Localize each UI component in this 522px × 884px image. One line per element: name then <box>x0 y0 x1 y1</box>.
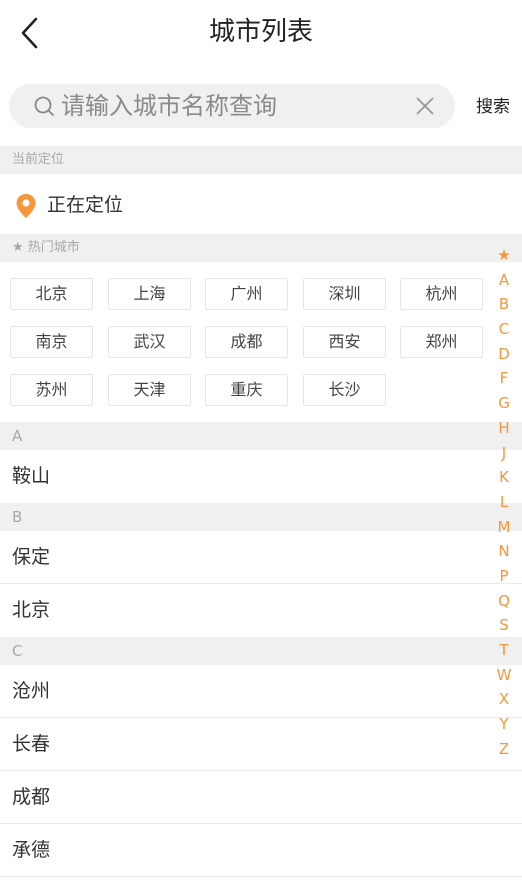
hot-city-chip[interactable]: 天津 <box>108 374 191 406</box>
index-letter-l[interactable]: L <box>492 490 516 515</box>
location-status: 正在定位 <box>47 194 124 216</box>
page-title: 城市列表 <box>208 17 313 47</box>
city-row[interactable]: 长春 <box>0 718 522 771</box>
city-list-page: 城市列表 搜索 当前定位 正在定位 ★ 热门城市 北京上海广州深圳杭州南京武汉成… <box>0 0 522 884</box>
index-letter-c[interactable]: C <box>492 317 516 342</box>
hot-city-chip[interactable]: 广州 <box>205 278 288 310</box>
current-location-row[interactable]: 正在定位 <box>0 174 522 234</box>
index-star-item[interactable]: ★ <box>492 243 516 268</box>
index-letter-g[interactable]: G <box>492 391 516 416</box>
city-row[interactable]: 沧州 <box>0 665 522 718</box>
index-letter-d[interactable]: D <box>492 342 516 367</box>
city-row[interactable]: 保定 <box>0 531 522 584</box>
hot-city-chip[interactable]: 重庆 <box>205 374 288 406</box>
hot-city-chip[interactable]: 苏州 <box>10 374 93 406</box>
hot-city-chip[interactable]: 长沙 <box>303 374 386 406</box>
hot-city-chip[interactable]: 上海 <box>108 278 191 310</box>
index-letter-x[interactable]: X <box>492 687 516 712</box>
current-location-header: 当前定位 <box>0 146 522 174</box>
search-box <box>9 84 455 128</box>
index-letter-z[interactable]: Z <box>492 737 516 762</box>
letter-header: C <box>0 637 522 665</box>
hot-city-chip[interactable]: 北京 <box>10 278 93 310</box>
index-letter-t[interactable]: T <box>492 638 516 663</box>
hot-cities-grid: 北京 上海 广州 深圳 杭州南京 武汉 成都 西安 郑州苏州 天津 重庆 长沙 <box>0 262 522 422</box>
index-letter-b[interactable]: B <box>492 292 516 317</box>
hot-city-chip[interactable]: 成都 <box>205 326 288 358</box>
index-letter-k[interactable]: K <box>492 465 516 490</box>
city-row[interactable]: 北京 <box>0 584 522 637</box>
city-row[interactable]: 成都 <box>0 771 522 824</box>
hot-city-chip[interactable]: 武汉 <box>108 326 191 358</box>
hot-city-chip[interactable]: 杭州 <box>400 278 483 310</box>
index-letter-y[interactable]: Y <box>492 712 516 737</box>
city-groups: A 鞍山 B 保定 北京 C 沧州 长春 成都 承德 <box>0 422 522 877</box>
hot-city-chip[interactable]: 南京 <box>10 326 93 358</box>
search-bar: 搜索 <box>0 66 522 146</box>
index-letter-f[interactable]: F <box>492 366 516 391</box>
index-letter-w[interactable]: W <box>492 663 516 688</box>
search-button[interactable]: 搜索 <box>468 94 518 120</box>
index-letter-n[interactable]: N <box>492 539 516 564</box>
index-letter-p[interactable]: P <box>492 564 516 589</box>
hot-city-chip[interactable]: 深圳 <box>303 278 386 310</box>
index-letter-s[interactable]: S <box>492 613 516 638</box>
index-letter-q[interactable]: Q <box>492 589 516 614</box>
search-icon <box>34 96 54 116</box>
index-letter-m[interactable]: M <box>492 515 516 540</box>
index-letter-a[interactable]: A <box>492 268 516 293</box>
search-input[interactable] <box>61 88 391 124</box>
map-pin-icon <box>16 194 36 218</box>
alphabet-index: ★ A B C D F G H J K L M N P Q S T W X Y Z <box>492 243 516 761</box>
index-letter-h[interactable]: H <box>492 416 516 441</box>
close-icon[interactable] <box>413 94 437 118</box>
header: 城市列表 <box>0 0 522 66</box>
hot-cities-header: ★ 热门城市 <box>0 234 522 262</box>
letter-header: A <box>0 422 522 450</box>
city-row[interactable]: 鞍山 <box>0 450 522 503</box>
letter-header: B <box>0 503 522 531</box>
index-letter-j[interactable]: J <box>492 441 516 466</box>
hot-city-chip[interactable]: 郑州 <box>400 326 483 358</box>
city-row[interactable]: 承德 <box>0 824 522 877</box>
hot-city-chip[interactable]: 西安 <box>303 326 386 358</box>
